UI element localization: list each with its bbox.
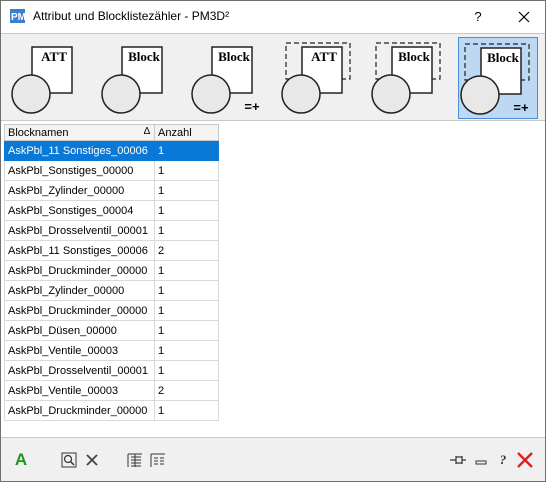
sort-ascending-icon: ∆ — [143, 126, 150, 137]
window-title: Attribut und Blocklistezähler - PM3D² — [33, 9, 230, 23]
title-bar: PM Attribut und Blocklistezähler - PM3D²… — [1, 1, 545, 32]
mode-button-block-window[interactable]: Block — [370, 37, 450, 119]
cell-blockname: AskPbl_11 Sonstiges_00006 — [4, 240, 155, 261]
pin-button[interactable] — [448, 450, 468, 470]
export-table-button[interactable] — [125, 450, 145, 470]
mode-toolbar: ATT Block Block =+ ATT Block Block =+ — [1, 33, 545, 121]
cell-anzahl: 1 — [154, 340, 219, 361]
cell-blockname: AskPbl_Drosselventil_00001 — [4, 360, 155, 381]
mode-button-block-count[interactable]: Block =+ — [190, 37, 270, 119]
mode-label: Block — [487, 50, 520, 65]
table-row[interactable]: AskPbl_Ventile_00003 2 — [4, 380, 219, 401]
cell-blockname: AskPbl_Druckminder_00000 — [4, 300, 155, 321]
help-bottom-label: ? — [499, 452, 507, 467]
attribute-button[interactable]: A — [11, 450, 31, 470]
cell-anzahl: 1 — [154, 280, 219, 301]
cell-anzahl: 1 — [154, 320, 219, 341]
mode-icon: Block — [371, 42, 441, 114]
cell-anzahl: 1 — [154, 160, 219, 181]
minimize-button[interactable] — [471, 450, 491, 470]
cell-anzahl: 1 — [154, 140, 219, 161]
cell-anzahl: 2 — [154, 380, 219, 401]
close-icon — [518, 11, 530, 22]
table-header: Blocknamen ∆ Anzahl — [4, 124, 219, 141]
cell-anzahl: 2 — [154, 240, 219, 261]
mode-label: Block — [398, 49, 431, 64]
cell-blockname: AskPbl_Druckminder_00000 — [4, 400, 155, 421]
mode-button-block-count-window[interactable]: Block =+ — [458, 37, 538, 119]
table-export-icon — [127, 453, 142, 467]
table-row[interactable]: AskPbl_Sonstiges_00004 1 — [4, 200, 219, 221]
magnifier-icon — [61, 452, 77, 468]
clear-icon — [86, 454, 98, 466]
mode-label: ATT — [311, 49, 337, 64]
column-label: Blocknamen — [8, 126, 69, 139]
cell-blockname: AskPbl_Sonstiges_00000 — [4, 160, 155, 181]
cell-blockname: AskPbl_Ventile_00003 — [4, 380, 155, 401]
table-row[interactable]: AskPbl_Drosselventil_00001 1 — [4, 360, 219, 381]
mode-button-att-window[interactable]: ATT — [280, 37, 360, 119]
clear-button[interactable] — [82, 450, 102, 470]
block-list-area: Blocknamen ∆ Anzahl AskPbl_11 Sonstiges_… — [1, 122, 545, 436]
column-header-blocknamen[interactable]: Blocknamen ∆ — [4, 124, 155, 141]
zoom-button[interactable] — [59, 450, 79, 470]
table-row[interactable]: AskPbl_Sonstiges_00000 1 — [4, 160, 219, 181]
mode-suffix: =+ — [513, 100, 529, 115]
mode-icon: ATT — [281, 42, 351, 114]
cell-blockname: AskPbl_Druckminder_00000 — [4, 260, 155, 281]
mode-button-att[interactable]: ATT — [10, 37, 90, 119]
cell-anzahl: 1 — [154, 300, 219, 321]
cell-anzahl: 1 — [154, 260, 219, 281]
mode-label: ATT — [41, 49, 67, 64]
table-row[interactable]: AskPbl_Ventile_00003 1 — [4, 340, 219, 361]
table-row[interactable]: AskPbl_Druckminder_00000 1 — [4, 300, 219, 321]
cell-blockname: AskPbl_Zylinder_00000 — [4, 180, 155, 201]
table-row[interactable]: AskPbl_Drosselventil_00001 1 — [4, 220, 219, 241]
close-button[interactable] — [507, 1, 541, 32]
mode-icon: Block =+ — [460, 43, 530, 115]
cell-blockname: AskPbl_Zylinder_00000 — [4, 280, 155, 301]
table-row[interactable]: AskPbl_11 Sonstiges_00006 1 — [4, 140, 219, 161]
table-row[interactable]: AskPbl_Düsen_00000 1 — [4, 320, 219, 341]
attribute-label: A — [14, 450, 28, 469]
cell-blockname: AskPbl_Sonstiges_00004 — [4, 200, 155, 221]
mode-icon: ATT — [11, 46, 73, 114]
list-export-icon — [150, 453, 165, 467]
mode-icon: Block =+ — [191, 46, 260, 114]
dialog-window: PM Attribut und Blocklistezähler - PM3D²… — [0, 0, 546, 482]
export-list-button[interactable] — [148, 450, 168, 470]
column-header-anzahl[interactable]: Anzahl — [154, 124, 219, 141]
table-row[interactable]: AskPbl_Druckminder_00000 1 — [4, 400, 219, 421]
table-row[interactable]: AskPbl_11 Sonstiges_00006 2 — [4, 240, 219, 261]
table-row[interactable]: AskPbl_Zylinder_00000 1 — [4, 280, 219, 301]
block-table: Blocknamen ∆ Anzahl AskPbl_11 Sonstiges_… — [4, 124, 219, 421]
bottom-toolbar: A ? — [1, 437, 545, 481]
mode-button-block[interactable]: Block — [100, 37, 180, 119]
red-close-icon — [517, 452, 533, 468]
cell-blockname: AskPbl_Düsen_00000 — [4, 320, 155, 341]
cell-blockname: AskPbl_Ventile_00003 — [4, 340, 155, 361]
cell-anzahl: 1 — [154, 360, 219, 381]
cell-blockname: AskPbl_11 Sonstiges_00006 — [4, 140, 155, 161]
pin-icon — [450, 456, 466, 464]
help-bottom-button[interactable]: ? — [493, 450, 513, 470]
cancel-button[interactable] — [515, 450, 535, 470]
cell-anzahl: 1 — [154, 400, 219, 421]
table-row[interactable]: AskPbl_Zylinder_00000 1 — [4, 180, 219, 201]
mode-suffix: =+ — [244, 99, 260, 114]
table-row[interactable]: AskPbl_Druckminder_00000 1 — [4, 260, 219, 281]
app-icon: PM — [10, 9, 26, 23]
help-button[interactable]: ? — [463, 1, 493, 32]
svg-text:PM: PM — [11, 12, 26, 23]
minimize-icon — [475, 460, 487, 465]
cell-anzahl: 1 — [154, 200, 219, 221]
mode-label: Block — [218, 49, 251, 64]
cell-anzahl: 1 — [154, 180, 219, 201]
mode-label: Block — [128, 49, 161, 64]
cell-blockname: AskPbl_Drosselventil_00001 — [4, 220, 155, 241]
mode-icon: Block — [101, 46, 163, 114]
cell-anzahl: 1 — [154, 220, 219, 241]
